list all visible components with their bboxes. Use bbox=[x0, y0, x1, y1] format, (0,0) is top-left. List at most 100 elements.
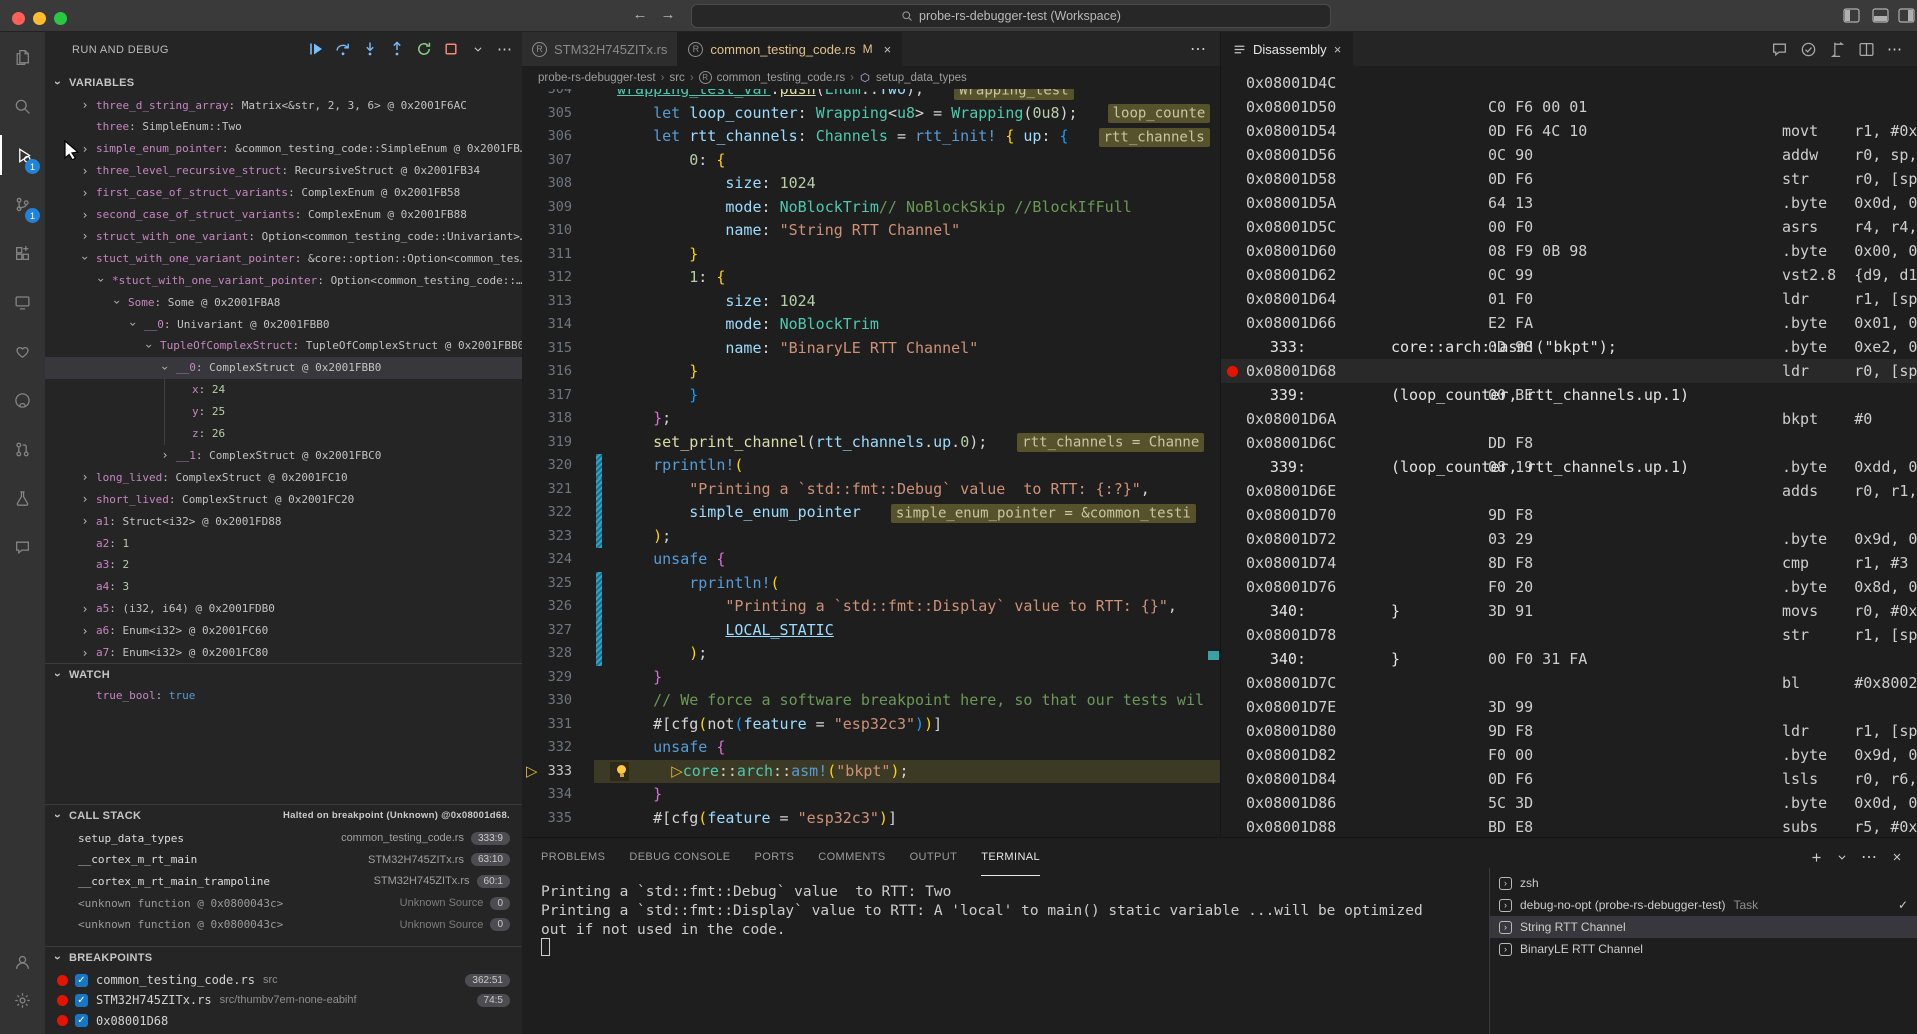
disassembly-instruction-row[interactable]: 0x08001D80 F0 00 lsls r0, r6, # bbox=[1221, 719, 1917, 743]
panel-tab-terminal[interactable]: TERMINAL bbox=[981, 838, 1040, 876]
variable-row[interactable]: ›*stuct_with_one_variant_pointer: Option… bbox=[45, 269, 522, 291]
disassembly-instruction-row[interactable]: 0x08001D5A 00 F0 .byte 0x00, 0x bbox=[1221, 191, 1917, 215]
breadcrumb-item-src[interactable]: src bbox=[669, 72, 684, 84]
activity-source-control[interactable]: 1 bbox=[0, 184, 45, 224]
panel-tab-ports[interactable]: PORTS bbox=[755, 838, 795, 876]
variable-row[interactable]: ›Some: Some @ 0x2001FBA8 bbox=[45, 291, 522, 313]
code-line-311[interactable]: 311 } bbox=[522, 243, 1220, 267]
variable-row[interactable]: a3: 2 bbox=[45, 554, 522, 576]
command-center-search[interactable]: probe-rs-debugger-test (Workspace) bbox=[691, 4, 1331, 28]
variable-row[interactable]: ›a6: Enum<i32> @ 0x2001FC60 bbox=[45, 620, 522, 642]
disassembly-instruction-row[interactable]: 0x08001D68 00 BE bkpt #0 bbox=[1221, 359, 1917, 383]
variable-row[interactable]: ›struct_with_one_variant: Option<common_… bbox=[45, 225, 522, 247]
tab-common-testing-code[interactable]: R common_testing_code.rs M × bbox=[678, 32, 902, 66]
code-line-325[interactable]: 325 rprintln!( bbox=[522, 572, 1220, 596]
variable-row[interactable]: three: SimpleEnum::Two bbox=[45, 116, 522, 138]
breakpoint-row[interactable]: ✓ 0x08001D68 bbox=[45, 1011, 522, 1031]
lightbulb-icon[interactable] bbox=[615, 765, 628, 778]
code-line-313[interactable]: 313 size: 1024 bbox=[522, 290, 1220, 314]
more-actions-icon[interactable]: ⋯ bbox=[1887, 40, 1903, 59]
code-line-309[interactable]: 309 mode: NoBlockTrim// NoBlockSkip //Bl… bbox=[522, 196, 1220, 220]
variable-row[interactable]: ›stuct_with_one_variant_pointer: &core::… bbox=[45, 247, 522, 269]
variable-row[interactable]: ›three_level_recursive_struct: Recursive… bbox=[45, 160, 522, 182]
disassembly-instruction-row[interactable]: 0x08001D64 E2 FA .byte 0xe2, 0x bbox=[1221, 287, 1917, 311]
terminal-list-item[interactable]: › zsh bbox=[1490, 872, 1917, 894]
variables-section-header[interactable]: › VARIABLES bbox=[45, 72, 522, 94]
breakpoint-checkbox[interactable]: ✓ bbox=[75, 974, 88, 987]
variable-row[interactable]: ›first_case_of_struct_variants: ComplexE… bbox=[45, 182, 522, 204]
disassembly-instruction-row[interactable]: 0x08001D76 3D 91 str r1, [sp, # bbox=[1221, 575, 1917, 599]
disassembly-instruction-row[interactable]: 0x08001D78 00 F0 31 FA bl #0x80021de bbox=[1221, 623, 1917, 647]
code-line-307[interactable]: 307 0: { bbox=[522, 149, 1220, 173]
code-line-331[interactable]: 331 #[cfg(not(feature = "esp32c3"))] bbox=[522, 713, 1220, 737]
disassembly-instruction-row[interactable]: 0x08001D88 00 0F lsrs r0, r0, # bbox=[1221, 815, 1917, 837]
stack-frame[interactable]: setup_data_types common_testing_code.rs … bbox=[45, 828, 522, 849]
zoom-window-button[interactable] bbox=[54, 12, 67, 25]
code-line-305[interactable]: 305 let loop_counter: Wrapping<u8> = Wra… bbox=[522, 102, 1220, 126]
debug-restart-button[interactable] bbox=[415, 40, 433, 58]
panel-tab-comments[interactable]: COMMENTS bbox=[818, 838, 885, 876]
more-actions-button[interactable]: ⋯ bbox=[496, 40, 514, 58]
code-line-312[interactable]: 312 1: { bbox=[522, 266, 1220, 290]
breakpoint-dot-icon[interactable] bbox=[1227, 366, 1238, 377]
activity-git-pull-request[interactable] bbox=[0, 429, 45, 469]
variable-row[interactable]: ›a5: (i32, i64) @ 0x2001FDB0 bbox=[45, 598, 522, 620]
disassembly-instruction-row[interactable]: 0x08001D6A DD F8 .byte 0xdd, 0x bbox=[1221, 407, 1917, 431]
activity-remote-explorer[interactable] bbox=[0, 282, 45, 322]
navigate-forward-icon[interactable]: → bbox=[658, 6, 678, 23]
code-line-330[interactable]: 330 // We force a software breakpoint he… bbox=[522, 689, 1220, 713]
code-editor[interactable]: 304wrapping_test_var.push(Enum::Two);Wra… bbox=[522, 89, 1220, 837]
tab-stm32h745zitx[interactable]: R STM32H745ZITx.rs bbox=[522, 32, 678, 66]
disassembly-instruction-row[interactable]: 0x08001D7E 9D F8 .byte 0x9d, 0x bbox=[1221, 695, 1917, 719]
check-circle-icon[interactable] bbox=[1800, 41, 1817, 58]
code-line-328[interactable]: 328 ); bbox=[522, 642, 1220, 666]
compare-icon[interactable] bbox=[1829, 41, 1846, 58]
disassembly-instruction-row[interactable]: 0x08001D54 0C 90 str r0, [sp, # bbox=[1221, 119, 1917, 143]
code-line-319[interactable]: 319 set_print_channel(rtt_channels.up.0)… bbox=[522, 431, 1220, 455]
activity-comment-discussion[interactable] bbox=[0, 527, 45, 567]
more-actions-icon[interactable]: ⋯ bbox=[1861, 847, 1877, 867]
stack-frame[interactable]: <unknown function @ 0x0800043c> Unknown … bbox=[45, 893, 522, 914]
new-terminal-icon[interactable] bbox=[1810, 851, 1823, 864]
code-line-333[interactable]: 333▷ ▷core::arch::asm!("bkpt"); bbox=[522, 760, 1220, 784]
close-icon[interactable]: × bbox=[1334, 42, 1342, 57]
breadcrumb-item-symbol[interactable]: setup_data_types bbox=[876, 72, 967, 84]
variable-row[interactable]: ›a7: Enum<i32> @ 0x2001FC80 bbox=[45, 642, 522, 664]
debug-continue-button[interactable] bbox=[307, 40, 325, 58]
variable-row[interactable]: ›simple_enum_pointer: &common_testing_co… bbox=[45, 138, 522, 160]
disassembly-source-row[interactable]: 340:} bbox=[1221, 647, 1917, 671]
panel-tab-problems[interactable]: PROBLEMS bbox=[541, 838, 605, 876]
stack-frame[interactable]: __cortex_m_rt_main STM32H745ZITx.rs 63:1… bbox=[45, 849, 522, 870]
terminal-list-item[interactable]: › debug-no-opt (probe-rs-debugger-test)T… bbox=[1490, 894, 1917, 916]
chevron-down-icon[interactable] bbox=[1837, 852, 1847, 862]
variable-row[interactable]: ›three_d_string_array: Matrix<&str, 2, 3… bbox=[45, 94, 522, 116]
breakpoint-row[interactable]: ✓ common_testing_code.rs src362:51 bbox=[45, 970, 522, 990]
breadcrumb-item-file[interactable]: common_testing_code.rs bbox=[717, 72, 845, 84]
code-line-317[interactable]: 317 } bbox=[522, 384, 1220, 408]
activity-beaker[interactable] bbox=[0, 478, 45, 518]
close-panel-icon[interactable] bbox=[1891, 851, 1903, 863]
code-line-326[interactable]: 326 "Printing a `std::fmt::Display` valu… bbox=[522, 595, 1220, 619]
disassembly-instruction-row[interactable]: 0x08001D5C 08 F9 0B 98 vst2.8 {d9, d1 bbox=[1221, 215, 1917, 239]
disassembly-instruction-row[interactable]: 0x08001D74 F0 20 movs r0, #0xf bbox=[1221, 551, 1917, 575]
debug-step-over-button[interactable] bbox=[334, 40, 352, 58]
call-stack-section-header[interactable]: › CALL STACK Halted on breakpoint (Unkno… bbox=[45, 804, 522, 826]
panel-tab-debug-console[interactable]: DEBUG CONSOLE bbox=[629, 838, 730, 876]
disassembly-instruction-row[interactable]: 0x08001D82 0D F6 .byte 0x0d, 0x bbox=[1221, 743, 1917, 767]
variable-row[interactable]: ›__0: ComplexStruct @ 0x2001FBB0 bbox=[45, 357, 522, 379]
breadcrumb-item-folder[interactable]: probe-rs-debugger-test bbox=[538, 72, 656, 84]
code-line-332[interactable]: 332 unsafe { bbox=[522, 736, 1220, 760]
stack-frame[interactable]: <unknown function @ 0x0800043c> Unknown … bbox=[45, 914, 522, 935]
code-line-320[interactable]: 320 rprintln!( bbox=[522, 454, 1220, 478]
disassembly-instruction-row[interactable]: 0x08001D66 0D 98 ldr r0, [sp, # bbox=[1221, 311, 1917, 335]
variable-row[interactable]: ›long_lived: ComplexStruct @ 0x2001FC10 bbox=[45, 466, 522, 488]
breakpoint-checkbox[interactable]: ✓ bbox=[75, 1014, 88, 1027]
variable-row[interactable]: ›short_lived: ComplexStruct @ 0x2001FC20 bbox=[45, 488, 522, 510]
comment-icon[interactable] bbox=[1771, 41, 1788, 58]
variable-row[interactable]: y: 25 bbox=[45, 401, 522, 423]
disassembly-instruction-row[interactable]: 0x08001D60 0C 99 ldr r1, [sp, # bbox=[1221, 239, 1917, 263]
disassembly-instruction-row[interactable]: 0x08001D58 64 13 asrs r4, r4, # bbox=[1221, 167, 1917, 191]
code-line-314[interactable]: 314 mode: NoBlockTrim bbox=[522, 313, 1220, 337]
code-line-316[interactable]: 316 } bbox=[522, 360, 1220, 384]
code-line-335[interactable]: 335 #[cfg(feature = "esp32c3")] bbox=[522, 807, 1220, 831]
